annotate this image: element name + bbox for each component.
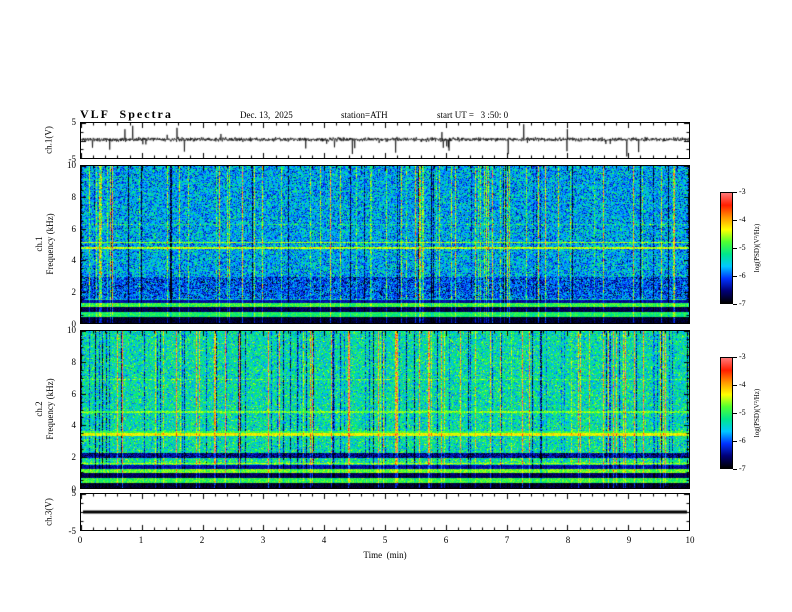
x-tick-label: 9 — [626, 535, 632, 545]
ylabel-ch2-frequency: ch.2 Frequency (kHz) — [34, 378, 56, 439]
y-tick-label: 4 — [71, 255, 77, 266]
y-tick-label: 5 — [71, 488, 77, 498]
y-tick-label: 8 — [71, 191, 77, 202]
colorbar-tick-mark — [733, 276, 737, 277]
x-tick-label: 10 — [685, 535, 695, 545]
colorbar-ch1 — [720, 192, 733, 304]
colorbar-tick-mark — [733, 385, 737, 386]
waveform-panel-ch1 — [80, 122, 690, 159]
header-station: station=ATH — [341, 110, 388, 120]
colorbar-tick-mark — [733, 304, 737, 305]
colorbar-tick-mark — [733, 192, 737, 193]
colorbar-tick-label: -3 — [739, 187, 746, 196]
x-tick-label: 7 — [504, 535, 510, 545]
y-tick-label: 2 — [71, 452, 77, 463]
spectrogram-panel-ch2 — [80, 330, 690, 489]
x-tick-label: 3 — [260, 535, 266, 545]
waveform-canvas-ch1 — [81, 123, 689, 158]
x-tick-label: 2 — [199, 535, 205, 545]
vlf-spectra-figure: VLF Spectra Dec. 13, 2025 station=ATH st… — [0, 0, 792, 612]
colorbar-label-ch2: log(PSD)(V²/Hz) — [753, 388, 761, 438]
spectrogram-canvas-ch2 — [81, 331, 689, 488]
y-tick-label: 10 — [67, 160, 76, 170]
ylabel-ch2-line1: ch.2 — [34, 401, 45, 417]
ylabel-ch1-line2: Frequency (kHz) — [45, 213, 55, 275]
y-tick-label: 8 — [71, 356, 77, 367]
ylabel-ch3-voltage: ch.3(V) — [43, 498, 54, 526]
header-start-ut: start UT = 3 :50: 0 — [437, 110, 509, 120]
spectrogram-panel-ch1 — [80, 165, 690, 324]
y-tick-label: 2 — [71, 287, 77, 298]
colorbar-tick-mark — [733, 441, 737, 442]
colorbar-tick-mark — [733, 220, 737, 221]
colorbar-tick-label: -5 — [739, 243, 746, 252]
x-tick-label: 5 — [382, 535, 388, 545]
colorbar-tick-label: -4 — [739, 215, 746, 224]
y-tick-label: 6 — [71, 223, 77, 234]
colorbar-tick-label: -6 — [739, 436, 746, 445]
header-date: Dec. 13, 2025 — [240, 110, 293, 120]
x-tick-label: 4 — [321, 535, 327, 545]
colorbar-tick-mark — [733, 469, 737, 470]
y-tick-label: 10 — [67, 325, 76, 335]
figure-title: VLF Spectra — [80, 107, 173, 121]
colorbar-tick-label: -7 — [739, 299, 746, 308]
waveform-panel-ch3 — [80, 493, 690, 531]
colorbar-tick-label: -6 — [739, 271, 746, 280]
colorbar-ch2 — [720, 357, 733, 469]
colorbar-tick-label: -7 — [739, 464, 746, 473]
x-tick-label: 8 — [565, 535, 571, 545]
y-tick-label: 6 — [71, 388, 77, 399]
y-tick-label: 5 — [71, 117, 77, 127]
x-axis-label: Time (min) — [363, 550, 407, 560]
ylabel-ch2-line2: Frequency (kHz) — [45, 378, 55, 440]
x-tick-label: 0 — [77, 535, 83, 545]
waveform-canvas-ch3 — [81, 494, 689, 530]
y-tick-label: 4 — [71, 420, 77, 431]
colorbar-tick-mark — [733, 357, 737, 358]
x-tick-label: 1 — [138, 535, 144, 545]
colorbar-tick-label: -5 — [739, 408, 746, 417]
colorbar-tick-label: -4 — [739, 380, 746, 389]
spectrogram-canvas-ch1 — [81, 166, 689, 323]
colorbar-tick-mark — [733, 413, 737, 414]
ylabel-ch1-voltage: ch.1(V) — [43, 126, 54, 154]
colorbar-tick-label: -3 — [739, 352, 746, 361]
ylabel-ch1-line1: ch.1 — [34, 236, 45, 252]
x-tick-label: 6 — [443, 535, 449, 545]
colorbar-label-ch1: log(PSD)(V²/Hz) — [753, 223, 761, 273]
ylabel-ch1-frequency: ch.1 Frequency (kHz) — [34, 213, 56, 274]
colorbar-tick-mark — [733, 248, 737, 249]
